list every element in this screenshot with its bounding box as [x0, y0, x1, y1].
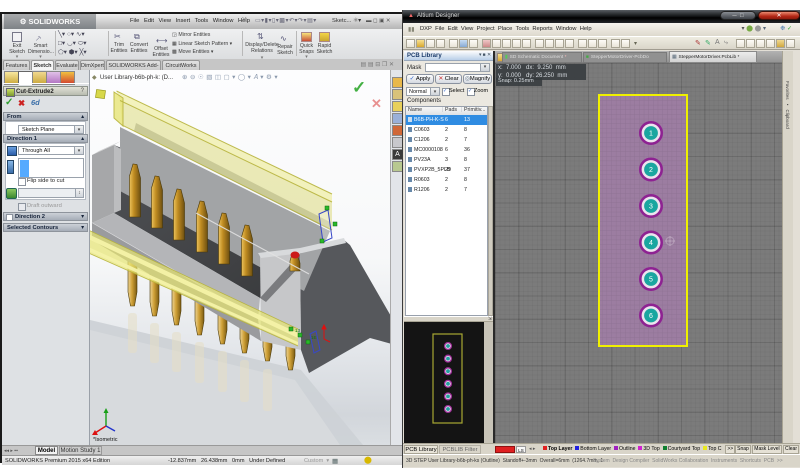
svg-text:6: 6 — [649, 313, 653, 320]
svg-text:1: 1 — [649, 131, 653, 138]
svg-text:4: 4 — [649, 240, 653, 247]
svg-text:2: 2 — [649, 167, 653, 174]
svg-text:*Isometric: *Isometric — [93, 437, 118, 443]
svg-text:3: 3 — [649, 204, 653, 211]
svg-text:13: 13 — [295, 328, 301, 333]
svg-text:1E: 1E — [311, 335, 317, 340]
svg-text:5: 5 — [649, 277, 653, 284]
